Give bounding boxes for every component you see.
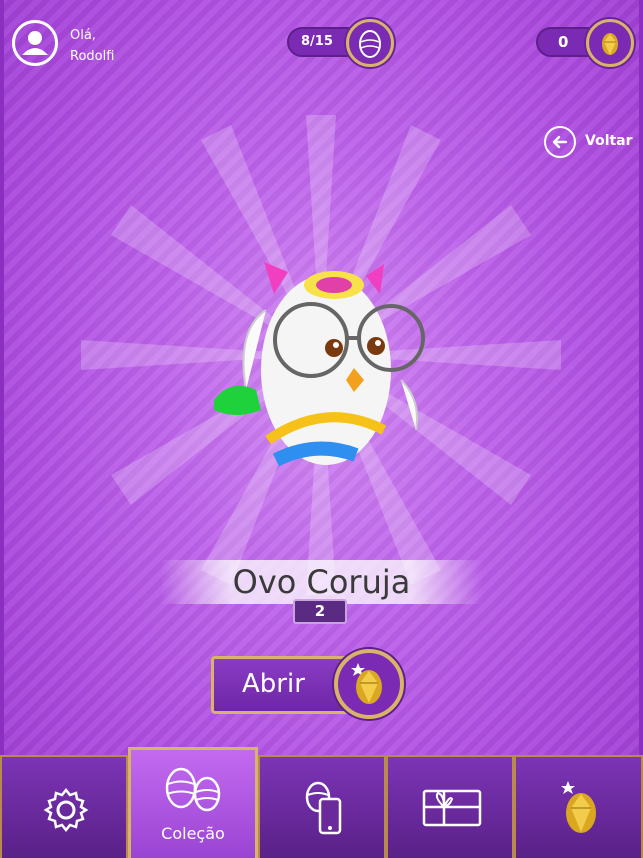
golden-egg-icon xyxy=(602,33,618,55)
gold-egg-badge[interactable] xyxy=(586,19,634,67)
frame-right xyxy=(639,0,643,755)
back-label: Voltar xyxy=(585,133,633,149)
egg-phone-icon xyxy=(305,781,342,835)
username: Rodolfi xyxy=(70,49,115,64)
egg-quantity: 2 xyxy=(293,599,347,624)
owl-egg-image xyxy=(214,262,425,467)
egg-outline-icon xyxy=(359,30,381,58)
nav-item-egg-scan[interactable] xyxy=(258,755,386,858)
collection-egg-badge[interactable] xyxy=(346,19,394,67)
greeting-text: Olá, xyxy=(70,28,96,43)
nav-item-collection[interactable]: Coleção xyxy=(128,747,258,858)
collection-count: 8/15 xyxy=(301,34,333,49)
greeting: Olá, Rodolfi xyxy=(70,25,114,67)
nav-item-golden-egg[interactable] xyxy=(514,755,643,858)
nav-item-gifts[interactable] xyxy=(386,755,514,858)
egg-name: Ovo Coruja xyxy=(232,563,411,601)
nav-label-collection: Coleção xyxy=(161,824,225,843)
eggs-collection-icon xyxy=(165,767,221,812)
gear-icon xyxy=(43,787,89,833)
open-egg-coin[interactable] xyxy=(334,649,404,719)
avatar-button[interactable] xyxy=(12,20,58,66)
golden-egg-icon xyxy=(561,781,596,833)
gold-count: 0 xyxy=(558,33,569,51)
frame-left xyxy=(0,0,4,755)
golden-egg-icon xyxy=(351,663,382,704)
user-icon xyxy=(22,31,48,55)
bottom-nav: Coleção xyxy=(0,747,643,858)
open-label: Abrir xyxy=(242,669,305,699)
nav-item-settings[interactable] xyxy=(0,755,128,858)
gift-icon xyxy=(422,789,482,827)
